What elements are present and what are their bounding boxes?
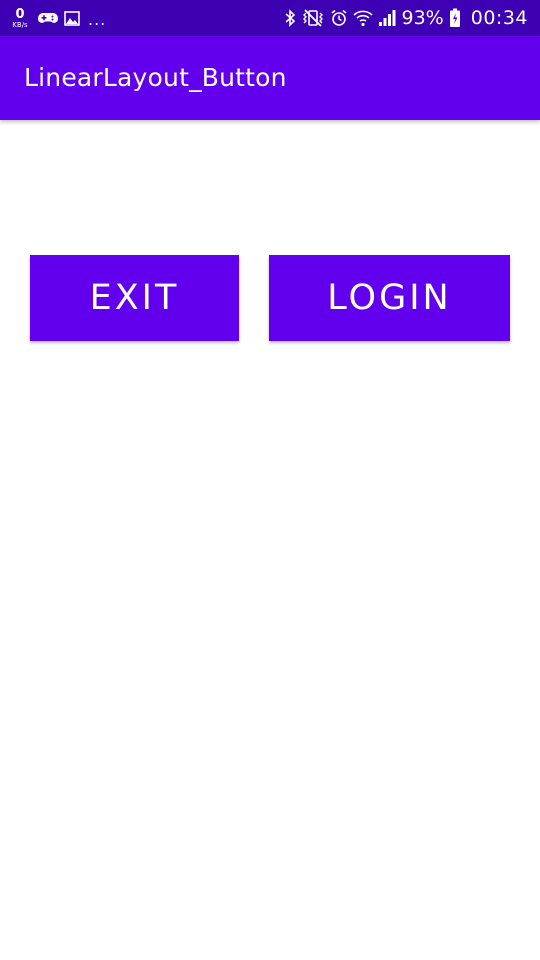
image-icon bbox=[64, 10, 80, 26]
status-left: 0 KB/s ... bbox=[8, 0, 106, 36]
wifi-icon bbox=[352, 9, 373, 27]
more-notifications: ... bbox=[88, 10, 107, 29]
bluetooth-icon bbox=[284, 9, 296, 27]
status-clock: 00:34 bbox=[470, 7, 528, 29]
status-bar: 0 KB/s ... 93% 00:34 bbox=[0, 0, 540, 36]
vibrate-icon bbox=[301, 9, 325, 27]
status-right: 93% 00:34 bbox=[279, 0, 529, 36]
alarm-icon bbox=[330, 9, 348, 27]
signal-icon bbox=[378, 9, 396, 27]
page-title: LinearLayout_Button bbox=[24, 63, 287, 92]
network-speed-unit: KB/s bbox=[12, 20, 28, 29]
exit-button[interactable]: EXIT bbox=[30, 255, 239, 341]
network-speed-value: 0 bbox=[15, 6, 25, 22]
network-speed: 0 KB/s bbox=[8, 8, 32, 29]
battery-percentage: 93% bbox=[401, 7, 444, 29]
battery-icon bbox=[449, 8, 461, 28]
game-controller-icon bbox=[38, 10, 58, 26]
app-bar: LinearLayout_Button bbox=[0, 36, 540, 120]
login-button[interactable]: LOGIN bbox=[269, 255, 510, 341]
